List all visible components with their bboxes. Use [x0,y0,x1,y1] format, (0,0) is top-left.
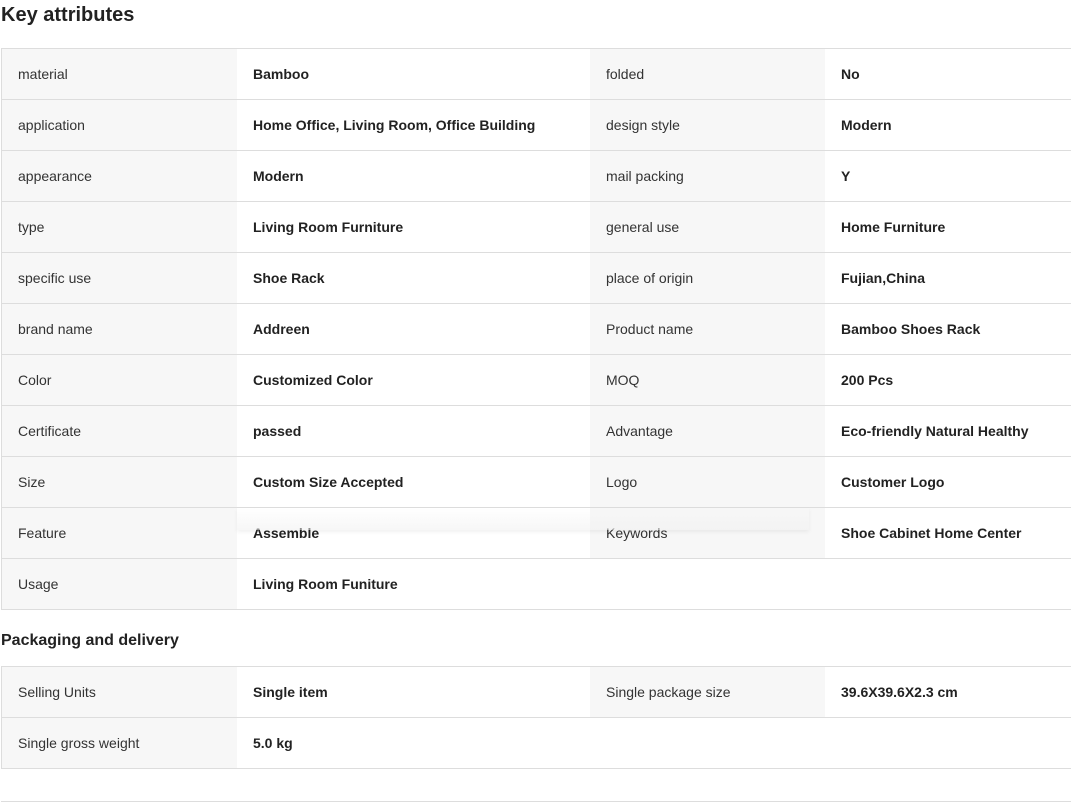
attribute-label: Advantage [590,406,825,456]
attribute-label: Single package size [590,667,825,717]
attribute-label: Feature [2,508,237,558]
attribute-value: Custom Size Accepted [237,457,590,507]
attribute-label: type [2,202,237,252]
attribute-value: Bamboo [237,49,590,99]
table-row: type Living Room Furniture general use H… [1,202,1071,253]
attribute-label: Usage [2,559,237,609]
attribute-label: specific use [2,253,237,303]
attribute-value: Assemble [237,508,590,558]
divider [1,801,1071,802]
attribute-label: brand name [2,304,237,354]
attribute-value: Single item [237,667,590,717]
attribute-label: Single gross weight [2,718,237,768]
table-row: Certificate passed Advantage Eco-friendl… [1,406,1071,457]
attribute-value: Modern [237,151,590,201]
attribute-value: Home Furniture [825,202,1071,252]
attribute-label: application [2,100,237,150]
attribute-value: Living Room Furniture [237,202,590,252]
attribute-label: Selling Units [2,667,237,717]
attribute-label: Logo [590,457,825,507]
attribute-label: place of origin [590,253,825,303]
attribute-value: Home Office, Living Room, Office Buildin… [237,100,590,150]
attribute-label: Size [2,457,237,507]
attribute-label: Color [2,355,237,405]
table-row: Usage Living Room Funiture [1,559,1071,610]
table-row: Size Custom Size Accepted Logo Customer … [1,457,1071,508]
attribute-value: Addreen [237,304,590,354]
packaging-title: Packaging and delivery [1,632,179,649]
table-row: specific use Shoe Rack place of origin F… [1,253,1071,304]
attribute-value: Modern [825,100,1071,150]
attribute-value: Customer Logo [825,457,1071,507]
attribute-value: Fujian,China [825,253,1071,303]
attribute-label: Certificate [2,406,237,456]
table-row: Single gross weight 5.0 kg [1,718,1071,769]
attribute-label: mail packing [590,151,825,201]
table-row: brand name Addreen Product name Bamboo S… [1,304,1071,355]
table-row: Selling Units Single item Single package… [1,667,1071,718]
table-row: material Bamboo folded No [1,49,1071,100]
attribute-label: general use [590,202,825,252]
table-row: appearance Modern mail packing Y [1,151,1071,202]
key-attributes-table: material Bamboo folded No application Ho… [1,48,1071,610]
attribute-label: Keywords [590,508,825,558]
attribute-value: Bamboo Shoes Rack [825,304,1071,354]
attribute-value: Shoe Cabinet Home Center [825,508,1071,558]
attribute-value: Customized Color [237,355,590,405]
attribute-value: passed [237,406,590,456]
empty-cell [590,559,825,609]
attribute-value: Y [825,151,1071,201]
page: Key attributes material Bamboo folded No… [0,0,1071,807]
attribute-value: 39.6X39.6X2.3 cm [825,667,1071,717]
attribute-label: Product name [590,304,825,354]
attribute-value: Eco-friendly Natural Healthy [825,406,1071,456]
empty-cell [825,718,1071,768]
attribute-label: folded [590,49,825,99]
empty-cell [825,559,1071,609]
table-row: Color Customized Color MOQ 200 Pcs [1,355,1071,406]
packaging-table: Selling Units Single item Single package… [1,666,1071,769]
attribute-value: Shoe Rack [237,253,590,303]
attribute-label: design style [590,100,825,150]
table-row: Feature Assemble Keywords Shoe Cabinet H… [1,508,1071,559]
attribute-label: appearance [2,151,237,201]
attribute-value: No [825,49,1071,99]
key-attributes-title: Key attributes [1,4,135,26]
table-row: application Home Office, Living Room, Of… [1,100,1071,151]
attribute-value: 200 Pcs [825,355,1071,405]
empty-cell [590,718,825,768]
attribute-value: Living Room Funiture [237,559,590,609]
attribute-value: 5.0 kg [237,718,590,768]
attribute-label: material [2,49,237,99]
attribute-label: MOQ [590,355,825,405]
